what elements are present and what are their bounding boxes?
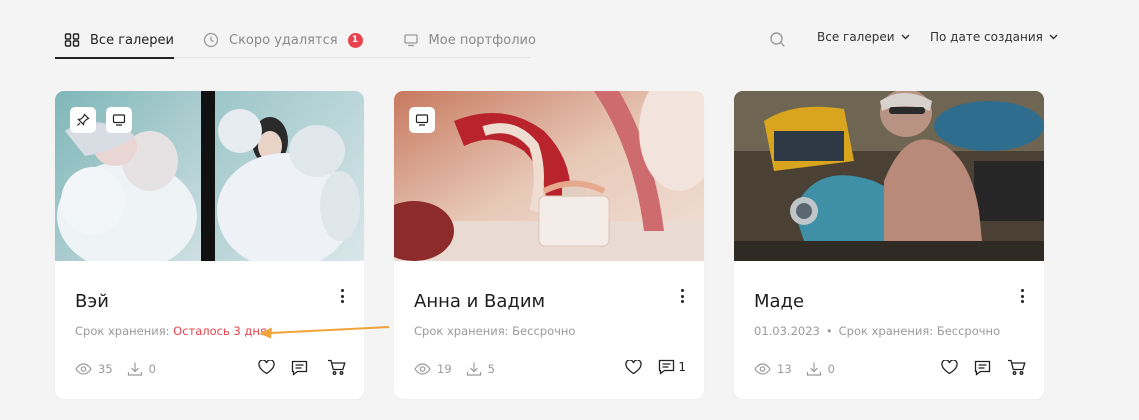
tab-label: Все галереи xyxy=(90,32,174,48)
views-count: 19 xyxy=(437,362,452,376)
eye-icon xyxy=(754,363,771,375)
gallery-cover-image[interactable] xyxy=(394,91,704,261)
comment-icon xyxy=(291,360,308,376)
search-icon xyxy=(769,32,786,52)
cart-button[interactable] xyxy=(1007,359,1026,376)
grid-icon xyxy=(64,32,80,48)
storage-label: Срок хранения: xyxy=(838,324,934,338)
gallery-cover-image[interactable] xyxy=(55,91,364,261)
heart-icon xyxy=(625,359,643,374)
download-icon xyxy=(466,362,481,376)
card-actions xyxy=(242,359,346,376)
sort-dropdown[interactable]: По дате создания xyxy=(930,30,1058,44)
downloads-count: 5 xyxy=(487,362,495,376)
comment-icon xyxy=(974,360,991,376)
tab-all-galleries[interactable]: Все галереи xyxy=(55,26,174,59)
annotation-arrow xyxy=(259,326,390,339)
like-button[interactable] xyxy=(258,360,275,375)
more-options-button[interactable] xyxy=(1018,289,1026,303)
storage-label: Срок хранения: xyxy=(414,324,509,338)
sort-value: По дате создания xyxy=(930,30,1043,44)
more-options-button[interactable] xyxy=(678,289,686,303)
downloads-stat: 0 xyxy=(127,361,156,377)
pin-button[interactable] xyxy=(70,107,96,133)
gallery-meta: 01.03.2023 • Срок хранения: Бессрочно xyxy=(754,324,1000,338)
like-button[interactable] xyxy=(625,359,643,375)
gallery-title: Анна и Вадим xyxy=(414,291,546,312)
monitor-icon xyxy=(112,113,126,127)
clock-icon xyxy=(203,32,219,48)
comments-count: 1 xyxy=(678,360,686,374)
gallery-card[interactable]: Вэй Срок хранения: Осталось 3 дня 35 0 xyxy=(55,91,364,399)
gallery-card[interactable]: Анна и Вадим Срок хранения: Бессрочно 19… xyxy=(394,91,704,399)
tab-my-portfolio[interactable]: Мое портфолио xyxy=(403,26,536,54)
views-stat: 35 xyxy=(75,362,113,376)
comments-button[interactable] xyxy=(974,360,991,376)
cart-icon xyxy=(328,359,346,375)
search-button[interactable] xyxy=(769,31,786,48)
eye-icon xyxy=(414,363,431,375)
download-icon xyxy=(127,362,142,376)
tab-label: Скоро удалятся xyxy=(229,32,338,48)
cart-button[interactable] xyxy=(327,359,346,376)
pin-icon xyxy=(76,113,90,127)
chevron-down-icon xyxy=(901,34,910,40)
eye-icon xyxy=(75,363,92,375)
gallery-cover-image[interactable] xyxy=(734,91,1044,261)
storage-expiry-value: Осталось 3 дня xyxy=(173,324,267,338)
expiring-count-badge: 1 xyxy=(347,32,363,48)
downloads-stat: 0 xyxy=(806,361,835,377)
monitor-icon xyxy=(415,113,429,127)
monitor-icon xyxy=(403,32,419,48)
gallery-filter-dropdown[interactable]: Все галереи xyxy=(817,30,910,44)
views-count: 13 xyxy=(777,362,792,376)
gallery-tabs: Все галереи Скоро удалятся 1 Мое портфол… xyxy=(55,26,536,59)
downloads-stat: 5 xyxy=(466,361,495,377)
gallery-stats: 13 0 xyxy=(754,361,849,377)
portfolio-badge[interactable] xyxy=(409,107,435,133)
more-options-button[interactable] xyxy=(338,289,346,303)
created-date: 01.03.2023 xyxy=(754,324,820,338)
comments-button[interactable] xyxy=(291,360,311,376)
gallery-title: Вэй xyxy=(75,291,109,312)
views-stat: 19 xyxy=(414,362,452,376)
cart-icon xyxy=(1008,359,1026,375)
portfolio-badge[interactable] xyxy=(106,107,132,133)
tab-label: Мое портфолио xyxy=(428,32,536,48)
storage-value: Бессрочно xyxy=(512,324,576,338)
storage-value: Бессрочно xyxy=(936,324,1001,338)
chevron-down-icon xyxy=(1049,34,1058,40)
card-actions xyxy=(925,359,1026,376)
download-icon xyxy=(806,362,821,376)
gallery-meta: Срок хранения: Осталось 3 дня xyxy=(75,324,267,338)
gallery-meta: Срок хранения: Бессрочно xyxy=(414,324,575,338)
gallery-stats: 19 5 xyxy=(414,361,509,377)
heart-icon xyxy=(258,360,275,375)
gallery-filter-value: Все галереи xyxy=(817,30,895,44)
tab-expiring-soon[interactable]: Скоро удалятся 1 xyxy=(203,26,363,54)
downloads-count: 0 xyxy=(148,362,156,376)
gallery-title: Маде xyxy=(754,291,805,312)
gallery-stats: 35 0 xyxy=(75,361,170,377)
downloads-count: 0 xyxy=(827,362,835,376)
card-actions: 1 xyxy=(609,359,686,375)
storage-label: Срок хранения: xyxy=(75,324,170,338)
comments-button[interactable]: 1 xyxy=(658,359,686,375)
views-stat: 13 xyxy=(754,362,792,376)
meta-separator: • xyxy=(825,324,833,338)
comment-icon xyxy=(659,359,675,375)
gallery-card[interactable]: Маде 01.03.2023 • Срок хранения: Бессрочно… xyxy=(734,91,1044,399)
like-button[interactable] xyxy=(941,360,958,375)
views-count: 35 xyxy=(98,362,113,376)
heart-icon xyxy=(941,360,958,375)
